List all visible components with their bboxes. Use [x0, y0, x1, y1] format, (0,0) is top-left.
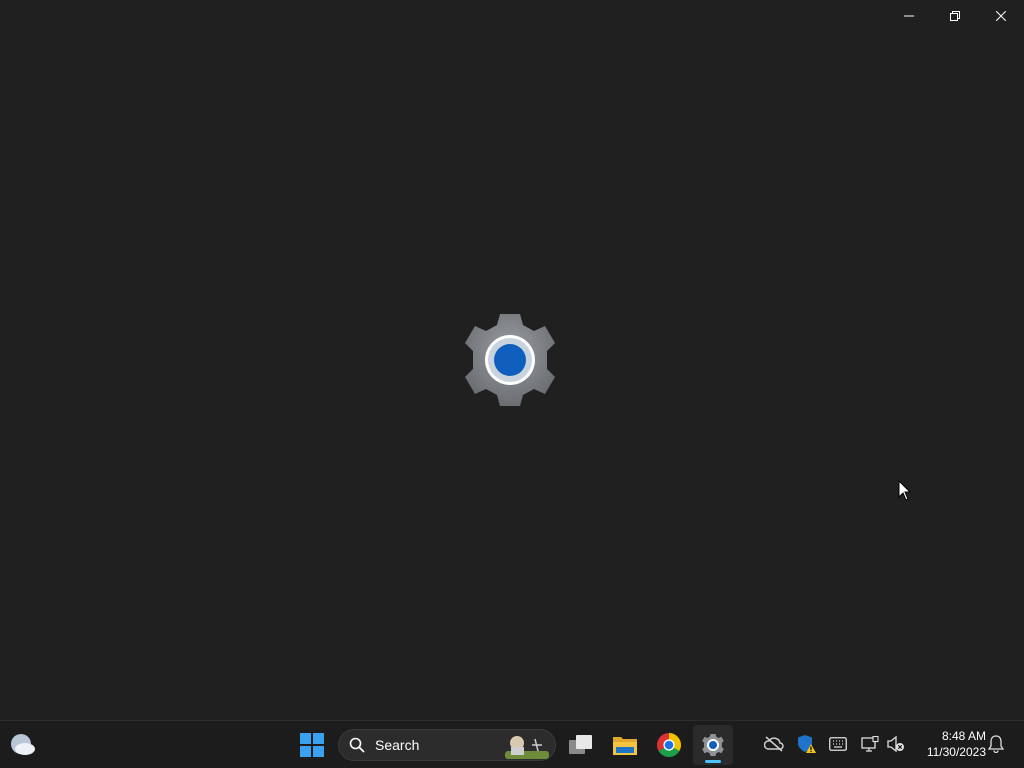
network-monitor-icon [861, 736, 879, 752]
clock[interactable]: 8:48 AM 11/30/2023 [914, 728, 986, 760]
keyboard-tray-button[interactable] [827, 733, 849, 755]
search-icon [349, 737, 365, 753]
settings-gear-icon [465, 314, 555, 406]
windows-start-icon [300, 733, 324, 757]
bell-icon [988, 735, 1004, 753]
network-tray-button[interactable] [859, 733, 881, 755]
clock-date: 11/30/2023 [926, 745, 986, 759]
chrome-button[interactable] [649, 725, 689, 765]
search-label: Search [375, 737, 420, 753]
close-button[interactable] [978, 0, 1024, 32]
task-view-button[interactable] [561, 725, 601, 765]
folder-icon [613, 737, 637, 755]
task-view-icon [569, 735, 592, 754]
keyboard-icon [829, 737, 847, 751]
settings-window [0, 0, 1024, 720]
title-bar-controls [886, 0, 1024, 32]
taskbar: Search 8:48 AM 11/30/2023 [0, 720, 1024, 768]
file-explorer-button[interactable] [605, 725, 645, 765]
shield-warning-icon [798, 735, 816, 753]
chrome-icon [657, 733, 681, 757]
minimize-button[interactable] [886, 0, 932, 32]
minimize-icon [904, 15, 914, 17]
search-box[interactable]: Search [338, 729, 556, 761]
settings-gear-icon [702, 734, 724, 756]
notification-button[interactable] [985, 733, 1007, 755]
active-app-indicator [705, 760, 721, 763]
maximize-button[interactable] [932, 0, 978, 32]
settings-taskbar-button[interactable] [693, 725, 733, 765]
clock-time: 8:48 AM [941, 729, 986, 743]
volume-muted-icon [887, 736, 904, 752]
weather-cloud-icon[interactable] [8, 731, 38, 759]
mouse-cursor-icon [898, 480, 912, 501]
onedrive-tray-button[interactable] [763, 733, 785, 755]
restore-icon [950, 11, 960, 21]
close-icon [996, 11, 1006, 21]
start-button[interactable] [292, 725, 332, 765]
volume-tray-button[interactable] [885, 733, 907, 755]
cloud-offline-icon [764, 736, 784, 752]
security-tray-button[interactable] [796, 733, 818, 755]
search-highlight-icon [505, 736, 549, 759]
